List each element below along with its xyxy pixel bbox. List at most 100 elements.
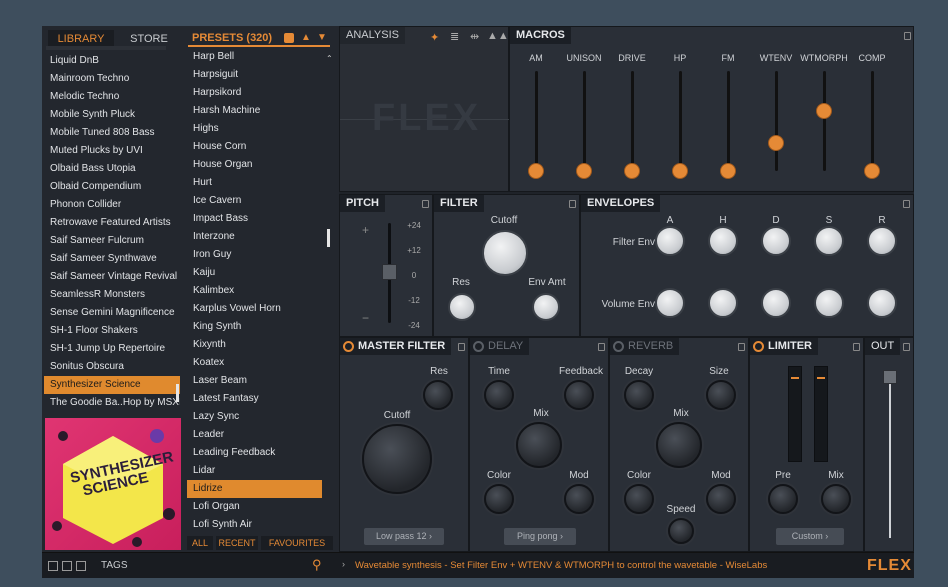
library-item[interactable]: Sense Gemini Magnificence xyxy=(44,304,180,322)
preset-item[interactable]: Leading Feedback xyxy=(187,444,322,462)
layout-icon-2[interactable] xyxy=(62,561,72,571)
master-cutoff-knob[interactable] xyxy=(362,424,432,494)
envelope-knob[interactable] xyxy=(814,226,844,256)
library-item[interactable]: Olbaid Bass Utopia xyxy=(44,160,180,178)
lock-icon[interactable] xyxy=(422,200,429,208)
save-icon[interactable] xyxy=(284,33,294,43)
search-icon[interactable]: ⚲ xyxy=(312,557,322,573)
chevron-up-icon[interactable]: ⌃ xyxy=(326,54,333,63)
filter-env-amt-knob[interactable] xyxy=(532,293,560,321)
lock-icon[interactable] xyxy=(569,200,576,208)
delay-color-knob[interactable] xyxy=(484,484,514,514)
preset-item[interactable]: Impact Bass xyxy=(187,210,322,228)
library-item[interactable]: SeamlessR Monsters xyxy=(44,286,180,304)
envelope-knob[interactable] xyxy=(708,226,738,256)
filter-mode-dropdown[interactable]: Low pass 12 › xyxy=(364,528,444,545)
preset-item[interactable]: Harpsikord xyxy=(187,84,322,102)
lock-icon[interactable] xyxy=(598,343,605,351)
library-item[interactable]: Sonitus Obscura xyxy=(44,358,180,376)
preset-item[interactable]: Interzone xyxy=(187,228,322,246)
arrow-down-icon[interactable]: ▼ xyxy=(317,32,327,43)
envelope-knob[interactable] xyxy=(761,288,791,318)
reverb-speed-knob[interactable] xyxy=(668,518,694,544)
lines-icon[interactable]: ≣ xyxy=(450,30,459,43)
limiter-mix-knob[interactable] xyxy=(821,484,851,514)
library-item[interactable]: Phonon Collider xyxy=(44,196,180,214)
macro-slider-handle[interactable] xyxy=(672,163,688,179)
delay-feedback-knob[interactable] xyxy=(564,380,594,410)
envelope-knob[interactable] xyxy=(867,288,897,318)
envelope-knob[interactable] xyxy=(814,288,844,318)
reverb-mod-knob[interactable] xyxy=(706,484,736,514)
filter-tab-recent[interactable]: RECENT xyxy=(216,536,258,550)
preset-item[interactable]: Harsh Machine xyxy=(187,102,322,120)
delay-time-knob[interactable] xyxy=(484,380,514,410)
power-icon[interactable] xyxy=(753,341,764,352)
width-icon[interactable]: ⇹ xyxy=(470,30,479,43)
preset-item[interactable]: Harpsiguit xyxy=(187,66,322,84)
library-item[interactable]: Retrowave Featured Artists xyxy=(44,214,180,232)
library-item[interactable]: Muted Plucks by UVI xyxy=(44,142,180,160)
library-item[interactable]: Mobile Synth Pluck xyxy=(44,106,180,124)
pitch-slider-handle[interactable] xyxy=(382,264,397,280)
preset-item[interactable]: Lazy Sync xyxy=(187,408,322,426)
lock-icon[interactable] xyxy=(904,32,911,40)
macro-slider-handle[interactable] xyxy=(624,163,640,179)
reverb-decay-knob[interactable] xyxy=(624,380,654,410)
library-item[interactable]: Saif Sameer Vintage Revival xyxy=(44,268,180,286)
preset-item[interactable]: Kalimbex xyxy=(187,282,322,300)
layout-icon-1[interactable] xyxy=(48,561,58,571)
arrow-up-icon[interactable]: ▲ xyxy=(301,32,311,43)
preset-item[interactable]: King Synth xyxy=(187,318,322,336)
library-item[interactable]: SH-1 Jump Up Repertoire xyxy=(44,340,180,358)
filter-res-knob[interactable] xyxy=(448,293,476,321)
preset-item[interactable]: Ice Cavern xyxy=(187,192,322,210)
out-slider-track[interactable] xyxy=(889,378,891,538)
filter-tab-favourites[interactable]: FAVOURITES xyxy=(261,536,333,550)
preset-item[interactable]: Karplus Vowel Horn xyxy=(187,300,322,318)
out-slider-handle[interactable] xyxy=(883,370,897,384)
library-item[interactable]: SH-1 Floor Shakers xyxy=(44,322,180,340)
preset-item[interactable]: Latest Fantasy xyxy=(187,390,322,408)
library-item[interactable]: Mobile Tuned 808 Bass xyxy=(44,124,180,142)
plus-icon[interactable]: + xyxy=(362,223,369,237)
preset-item[interactable]: Lofi Synth Air xyxy=(187,516,322,532)
macro-slider-track[interactable] xyxy=(535,71,538,171)
library-item-selected[interactable]: Synthesizer Science xyxy=(44,376,180,394)
preset-item[interactable]: House Organ xyxy=(187,156,322,174)
preset-item[interactable]: Hurt xyxy=(187,174,322,192)
envelope-knob[interactable] xyxy=(761,226,791,256)
power-icon[interactable] xyxy=(343,341,354,352)
preset-item[interactable]: House Corn xyxy=(187,138,322,156)
waveform-icon[interactable]: ✦ xyxy=(430,31,439,44)
library-item[interactable]: Saif Sameer Fulcrum xyxy=(44,232,180,250)
preset-item[interactable]: Iron Guy xyxy=(187,246,322,264)
envelope-knob[interactable] xyxy=(867,226,897,256)
power-icon[interactable] xyxy=(473,341,484,352)
preset-item[interactable]: Leader xyxy=(187,426,322,444)
lock-icon[interactable] xyxy=(903,343,910,351)
macro-slider-track[interactable] xyxy=(823,71,826,171)
macro-slider-track[interactable] xyxy=(871,71,874,171)
lock-icon[interactable] xyxy=(458,343,465,351)
envelope-knob[interactable] xyxy=(655,288,685,318)
library-scrollbar[interactable] xyxy=(176,384,179,402)
preset-item[interactable]: Harp Bell xyxy=(187,48,322,66)
filter-cutoff-knob[interactable] xyxy=(482,230,528,276)
macro-slider-track[interactable] xyxy=(631,71,634,171)
reverb-mix-knob[interactable] xyxy=(656,422,702,468)
preset-item[interactable]: Kixynth xyxy=(187,336,322,354)
master-res-knob[interactable] xyxy=(423,380,453,410)
macro-slider-handle[interactable] xyxy=(528,163,544,179)
library-item[interactable]: Olbaid Compendium xyxy=(44,178,180,196)
minus-icon[interactable]: − xyxy=(362,311,369,325)
peaks-icon[interactable]: ▲▲ xyxy=(487,30,509,42)
macro-slider-track[interactable] xyxy=(727,71,730,171)
delay-mod-knob[interactable] xyxy=(564,484,594,514)
library-item[interactable]: Mainroom Techno xyxy=(44,70,180,88)
reverb-size-knob[interactable] xyxy=(706,380,736,410)
limiter-pre-knob[interactable] xyxy=(768,484,798,514)
reverb-color-knob[interactable] xyxy=(624,484,654,514)
preset-item[interactable]: Koatex xyxy=(187,354,322,372)
layout-icon-3[interactable] xyxy=(76,561,86,571)
